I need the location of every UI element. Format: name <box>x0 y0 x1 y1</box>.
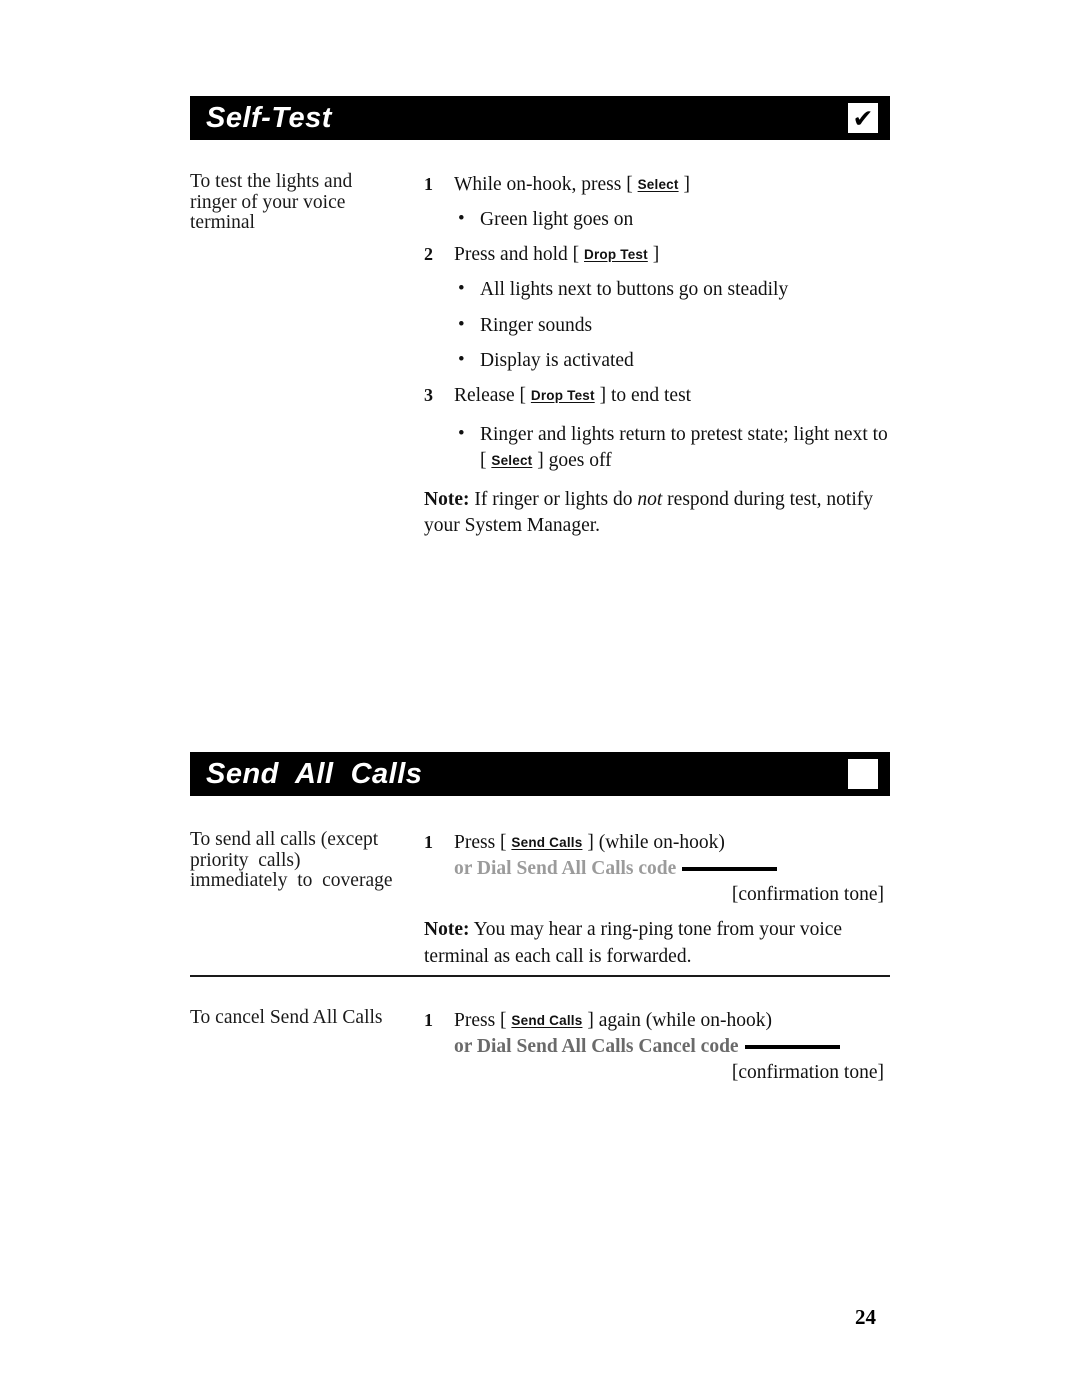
section-header-self-test: Self-Test ✔ <box>190 96 890 140</box>
confirmation-tone-label: [confirmation tone] <box>731 1062 884 1084</box>
empty-square-icon <box>848 759 878 789</box>
bullet-item: • Display is activated <box>424 348 894 374</box>
confirmation-tone-label: [confirmation tone] <box>731 884 884 906</box>
section-divider <box>190 975 890 977</box>
section-title: Self-Test <box>206 101 332 134</box>
step-number: 1 <box>424 832 433 852</box>
step-text-pre: Press and hold [ <box>454 244 584 266</box>
button-label-select[interactable]: Select <box>491 453 532 468</box>
description-line: terminal <box>190 212 255 233</box>
checkmark-glyph: ✔ <box>852 103 874 133</box>
description-line: immediately to coverage <box>190 870 393 891</box>
dial-code-blank-field[interactable] <box>744 1045 840 1050</box>
step-number: 3 <box>424 384 433 405</box>
step-item: 1 While on-hook, press [ Select ] <box>424 172 894 198</box>
step-text-pre: While on-hook, press [ <box>454 174 638 195</box>
bullet-dot-icon: • <box>458 208 465 230</box>
step-text-post: ] again (while on-hook) <box>582 1010 772 1031</box>
bullet-text: Ringer sounds <box>480 314 593 336</box>
dial-code-line: or Dial Send All Calls Cancel code <box>454 1034 894 1060</box>
bullet-item: • Ringer sounds <box>424 313 894 339</box>
cancel-send-all-calls-description: To cancel Send All Calls <box>190 1007 415 1029</box>
step-item: 3 Release [ Drop Test ] to end test <box>424 383 894 409</box>
step-number: 2 <box>424 244 433 265</box>
bullet-text: All lights next to buttons go on steadil… <box>480 279 789 301</box>
button-label-select[interactable]: Select <box>638 177 679 192</box>
description-line: priority calls) <box>190 849 301 871</box>
step-text-post: ] (while on-hook) <box>582 832 725 853</box>
button-label-send-calls[interactable]: Send Calls <box>511 835 582 850</box>
self-test-description: To test the lights and ringer of your vo… <box>190 171 415 234</box>
description-line: To test the lights and <box>190 171 353 192</box>
step-number: 1 <box>424 1010 433 1030</box>
step-text-post: ] <box>647 244 660 266</box>
bullet-item: • All lights next to buttons go on stead… <box>424 277 894 303</box>
document-page: Self-Test ✔ To test the lights and ringe… <box>0 0 1080 1393</box>
section-header-send-all-calls: Send All Calls <box>190 752 890 796</box>
bullet-text-post: ] goes off <box>532 450 612 471</box>
send-all-calls-steps: 1 Press [ Send Calls ] (while on-hook) o… <box>424 830 894 970</box>
bullet-item: • Ringer and lights return to pretest st… <box>424 422 894 474</box>
note-send-all-calls: Note: You may hear a ring-ping tone from… <box>424 917 894 969</box>
note-text: You may hear a ring-ping tone from your … <box>424 919 843 967</box>
bullet-dot-icon: • <box>458 313 465 335</box>
bullet-text: Green light goes on <box>480 209 634 231</box>
bullet-text: Display is activated <box>480 349 634 371</box>
button-label-drop-test[interactable]: Drop Test <box>584 247 648 262</box>
note-label: Note: <box>424 919 470 941</box>
dial-code-label: or Dial Send All Calls code <box>454 858 677 880</box>
bullet-dot-icon: • <box>458 348 465 370</box>
self-test-steps: 1 While on-hook, press [ Select ] • Gree… <box>424 172 894 539</box>
dial-code-label: or Dial Send All Calls Cancel code <box>454 1036 739 1058</box>
step-text-post: ] <box>678 174 690 195</box>
note-self-test: Note: If ringer or lights do not respond… <box>424 487 894 539</box>
dial-code-line: or Dial Send All Calls code <box>454 856 894 882</box>
note-text-part1: If ringer or lights do <box>469 489 638 511</box>
step-text-pre: Press [ <box>454 832 512 853</box>
step-item: 1 Press [ Send Calls ] (while on-hook) o… <box>424 830 894 908</box>
bullet-dot-icon: • <box>458 422 465 444</box>
description-line: ringer of your voice <box>190 191 346 213</box>
bullet-dot-icon: • <box>458 278 465 300</box>
button-label-drop-test[interactable]: Drop Test <box>531 388 595 403</box>
button-label-send-calls[interactable]: Send Calls <box>511 1013 582 1028</box>
page-number: 24 <box>855 1305 876 1329</box>
note-emphasis: not <box>637 489 663 511</box>
bullet-item: • Green light goes on <box>424 207 894 233</box>
step-item: 2 Press and hold [ Drop Test ] <box>424 242 894 268</box>
step-text-post: ] to end test <box>594 384 692 406</box>
checkmark-icon: ✔ <box>848 103 878 133</box>
send-all-calls-description: To send all calls (except priority calls… <box>190 829 415 892</box>
step-number: 1 <box>424 174 433 194</box>
dial-code-blank-field[interactable] <box>682 867 778 872</box>
cancel-send-all-calls-steps: 1 Press [ Send Calls ] again (while on-h… <box>424 1008 894 1086</box>
section-title: Send All Calls <box>206 757 423 790</box>
note-label: Note: <box>424 489 470 511</box>
step-text-pre: Press [ <box>454 1010 512 1031</box>
description-line: To cancel Send All Calls <box>190 1007 383 1028</box>
step-text-pre: Release [ <box>454 384 531 406</box>
step-item: 1 Press [ Send Calls ] again (while on-h… <box>424 1008 894 1086</box>
description-line: To send all calls (except <box>190 829 379 850</box>
